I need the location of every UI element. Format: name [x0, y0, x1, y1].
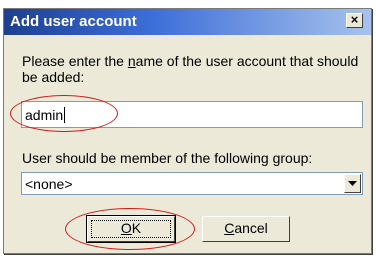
group-select-dropdown-button[interactable]: [344, 174, 361, 193]
title-bar[interactable]: Add user account ×: [4, 9, 371, 35]
account-name-input[interactable]: admin: [21, 101, 363, 128]
account-name-label: Please enter the name of the user accoun…: [22, 53, 362, 85]
cancel-button-label: ancel: [234, 220, 268, 236]
ok-focus-rectangle: [91, 220, 171, 238]
close-button[interactable]: ×: [346, 13, 363, 28]
close-icon: ×: [350, 12, 359, 27]
chevron-down-icon: [348, 181, 357, 186]
ok-button[interactable]: OK: [86, 215, 176, 243]
account-name-value: admin: [25, 107, 64, 123]
group-label-pre: User should be member of the following: [22, 150, 273, 166]
add-user-account-dialog: Add user account × Please enter the name…: [3, 8, 372, 254]
cancel-button[interactable]: Cancel: [202, 216, 290, 242]
account-name-label-pre: Please enter the: [22, 53, 128, 69]
group-select-value: <none>: [25, 176, 73, 192]
dialog-title: Add user account: [10, 13, 137, 30]
group-label-post: roup:: [280, 150, 313, 166]
cancel-button-accelerator: C: [224, 220, 235, 236]
group-select[interactable]: <none>: [21, 172, 363, 195]
group-label: User should be member of the following g…: [22, 150, 362, 166]
account-name-label-accelerator: n: [127, 53, 136, 69]
text-caret: [64, 107, 66, 123]
